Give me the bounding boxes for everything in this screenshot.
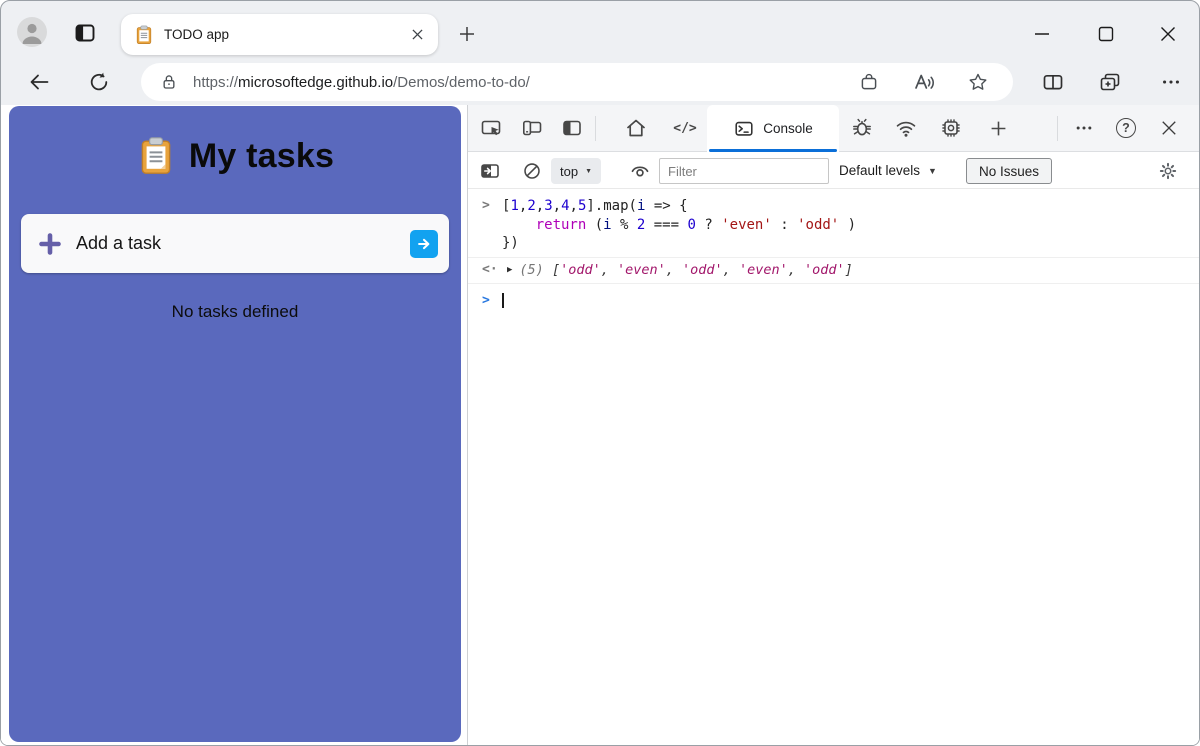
collections-icon[interactable] [1094,66,1126,98]
console-sidebar-dock-icon[interactable] [473,154,507,188]
context-selector-dropdown[interactable]: top ▼ [551,158,601,184]
content-area: My tasks Add a task No task [1,105,1199,745]
clear-console-icon[interactable] [515,154,549,188]
add-task-bar[interactable]: Add a task [21,214,449,273]
tab-performance-cpu-icon[interactable] [934,111,968,145]
tab-close-button[interactable] [406,24,428,46]
url-text: https://microsoftedge.github.io/Demos/de… [193,74,530,91]
console-log[interactable]: > [1,2,3,4,5].map(i => { return (i % 2 =… [468,189,1199,310]
new-tab-button[interactable] [453,20,481,48]
refresh-button[interactable] [83,66,115,98]
console-terminal-icon [733,118,755,140]
tab-welcome-home-icon[interactable] [619,111,653,145]
console-prompt[interactable]: > [468,284,1199,311]
arrow-right-icon [415,235,433,253]
no-issues-button[interactable]: No Issues [966,158,1052,184]
read-aloud-icon[interactable] [910,68,938,96]
profile-avatar[interactable] [17,17,47,47]
toolbar-separator [1057,116,1058,141]
add-task-submit-button[interactable] [410,230,438,258]
url-path: /Demos/demo-to-do/ [393,74,530,91]
devtools-close-icon[interactable] [1152,111,1186,145]
devtools-tab-bar: </> Console [468,105,1199,152]
page-title: My tasks [189,137,334,176]
tab-debugger-bug-icon[interactable] [845,111,879,145]
close-icon [1159,25,1177,43]
tab-title: TODO app [164,27,406,42]
clipboard-icon [136,136,176,176]
panel-layout-icon[interactable] [555,111,589,145]
code-line: [1,2,3,4,5].map(i => { [502,197,856,216]
url-scheme: https:// [193,74,238,91]
back-button[interactable] [23,66,55,98]
window-minimize-button[interactable] [1019,15,1065,53]
code-line: return (i % 2 === 0 ? 'even' : 'odd' ) [502,216,856,235]
echo-chevron-icon: > [482,197,502,253]
workspaces-icon[interactable] [71,19,99,47]
browser-tab[interactable]: TODO app [121,14,438,55]
toolbar-separator [595,116,596,141]
devtools-menu-ellipsis-icon[interactable] [1067,111,1101,145]
titlebar: TODO app [1,1,1199,59]
chevron-down-icon: ▼ [928,166,937,176]
todo-card: My tasks Add a task No task [9,106,461,742]
code-line: }) [502,234,856,253]
console-tab-label: Console [763,121,813,136]
devtools-panel: </> Console [467,105,1199,745]
log-levels-dropdown[interactable]: Default levels ▼ [839,152,937,189]
split-screen-icon[interactable] [1037,66,1069,98]
console-settings-gear-icon[interactable] [1151,154,1185,188]
inspect-element-icon[interactable] [474,111,508,145]
url-host: microsoftedge.github.io [238,74,393,91]
close-icon [412,29,423,40]
empty-state-message: No tasks defined [9,302,461,322]
filter-input[interactable] [659,158,829,184]
todo-app-page: My tasks Add a task No task [1,105,467,745]
window-close-button[interactable] [1145,15,1191,53]
more-tabs-plus-icon[interactable] [981,111,1015,145]
page-title-row: My tasks [9,106,461,176]
result-return-arrow-icon: <· [482,261,502,280]
add-task-input-placeholder[interactable]: Add a task [76,233,410,254]
prompt-chevron-icon: > [482,292,502,311]
live-expression-eye-icon[interactable] [623,154,657,188]
back-arrow-icon [27,70,51,94]
navigation-bar: https://microsoftedge.github.io/Demos/de… [1,59,1199,105]
lock-icon[interactable] [159,72,179,92]
console-result-row[interactable]: <· ▶ (5) ['odd', 'even', 'odd', 'even', … [468,257,1199,284]
add-plus-icon [38,232,62,256]
favorites-star-icon[interactable] [964,68,992,96]
tab-favicon-clipboard-icon [134,25,154,45]
browser-window: TODO app [0,0,1200,746]
permissions-bag-icon[interactable] [855,68,883,96]
tab-network-wifi-icon[interactable] [889,111,923,145]
browser-menu-ellipsis-icon[interactable] [1155,66,1187,98]
tab-console[interactable]: Console [707,105,839,152]
console-input-echo: > [1,2,3,4,5].map(i => { return (i % 2 =… [468,189,1199,257]
chevron-down-icon: ▼ [585,168,592,175]
minimize-icon [1033,25,1051,43]
person-icon [17,17,47,47]
window-maximize-button[interactable] [1083,15,1129,53]
text-caret [502,293,504,308]
tab-elements-icon[interactable]: </> [668,111,702,145]
maximize-icon [1097,25,1115,43]
result-array-preview[interactable]: (5) ['odd', 'even', 'odd', 'even', 'odd'… [519,261,852,280]
expand-triangle-icon[interactable]: ▶ [507,261,512,280]
address-bar[interactable]: https://microsoftedge.github.io/Demos/de… [141,63,1013,101]
device-emulation-icon[interactable] [515,111,549,145]
refresh-icon [87,70,111,94]
devtools-help-icon[interactable]: ? [1109,111,1143,145]
console-toolbar: top ▼ Default levels ▼ No Issues [468,152,1199,189]
plus-icon [459,26,475,42]
